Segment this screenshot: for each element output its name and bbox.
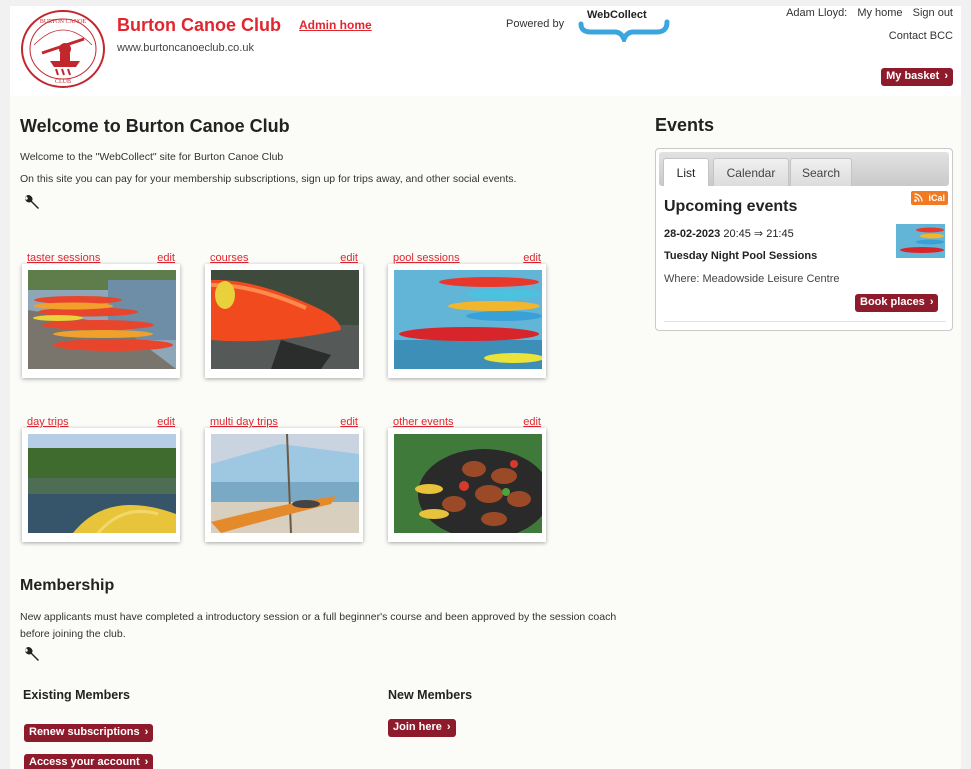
tile-edit-courses[interactable]: edit bbox=[340, 252, 358, 264]
chevron-right-icon: › bbox=[944, 70, 948, 82]
book-places-label: Book places bbox=[860, 296, 925, 308]
chevron-right-icon: › bbox=[446, 721, 451, 733]
intro-text-2: On this site you can pay for your member… bbox=[20, 173, 517, 185]
tile-image-frame[interactable] bbox=[22, 428, 180, 542]
barbecue-image bbox=[394, 434, 542, 533]
divider bbox=[664, 321, 946, 322]
event-thumbnail[interactable] bbox=[896, 224, 945, 258]
page: BURTON CANOE CLUB Burton Canoe Club Admi… bbox=[10, 6, 961, 769]
tile-edit-taster-sessions[interactable]: edit bbox=[157, 252, 175, 264]
contact-link[interactable]: Contact BCC bbox=[889, 30, 953, 42]
wrench-icon[interactable] bbox=[23, 646, 41, 664]
my-basket-button[interactable]: My basket › bbox=[881, 68, 953, 86]
tile-link-multi-day-trips[interactable]: multi day trips bbox=[210, 416, 278, 428]
join-here-button[interactable]: Join here › bbox=[388, 719, 456, 737]
existing-members-title: Existing Members bbox=[23, 688, 130, 702]
events-panel: List Calendar Search Upcoming events iCa… bbox=[655, 148, 953, 331]
user-links: Adam Lloyd: My home Sign out bbox=[779, 7, 953, 19]
page-title: Welcome to Burton Canoe Club bbox=[20, 116, 290, 136]
tab-list[interactable]: List bbox=[663, 158, 709, 186]
tile-link-other-events[interactable]: other events bbox=[393, 416, 454, 428]
new-members-title: New Members bbox=[388, 688, 473, 702]
upcoming-events-title: Upcoming events bbox=[664, 198, 798, 215]
tile-edit-pool-sessions[interactable]: edit bbox=[523, 252, 541, 264]
join-here-label: Join here bbox=[393, 721, 442, 733]
svg-text:CLUB: CLUB bbox=[55, 79, 71, 85]
book-places-button[interactable]: Book places › bbox=[855, 294, 939, 312]
red-kayak-image bbox=[211, 270, 359, 369]
admin-home-link[interactable]: Admin home bbox=[299, 18, 372, 32]
tab-calendar[interactable]: Calendar bbox=[713, 158, 789, 186]
event-time: 20:45 ⇒ 21:45 bbox=[723, 228, 794, 240]
chevron-right-icon: › bbox=[144, 726, 149, 738]
kayak-beach-shelter-image bbox=[211, 434, 359, 533]
powered-by-label: Powered by bbox=[506, 18, 565, 30]
webcollect-logo-text: WebCollect bbox=[587, 9, 647, 21]
chevron-right-icon: › bbox=[144, 756, 149, 768]
tile-image-frame[interactable] bbox=[205, 264, 363, 378]
river-kayak-image bbox=[28, 434, 176, 533]
event-date: 28-02-2023 bbox=[664, 228, 721, 240]
tab-search[interactable]: Search bbox=[790, 158, 852, 186]
event-location: Where: Meadowside Leisure Centre bbox=[664, 273, 840, 285]
events-tabs: List Calendar Search bbox=[659, 152, 949, 186]
intro-text-1: Welcome to the "WebCollect" site for Bur… bbox=[20, 151, 284, 163]
events-title: Events bbox=[655, 115, 715, 135]
chevron-right-icon: › bbox=[929, 296, 934, 308]
tile-image-frame[interactable] bbox=[388, 428, 546, 542]
tile-image-frame[interactable] bbox=[388, 264, 546, 378]
svg-text:BURTON CANOE: BURTON CANOE bbox=[40, 19, 87, 25]
tile-edit-day-trips[interactable]: edit bbox=[157, 416, 175, 428]
access-account-button[interactable]: Access your account › bbox=[24, 754, 154, 769]
my-home-link[interactable]: My home bbox=[857, 7, 902, 19]
ical-button[interactable]: iCal bbox=[911, 191, 948, 205]
event-name[interactable]: Tuesday Night Pool Sessions bbox=[664, 250, 817, 262]
ical-label: iCal bbox=[928, 193, 945, 203]
event-date-time: 28-02-2023 20:45 ⇒ 21:45 bbox=[664, 227, 794, 240]
membership-text: New applicants must have completed a int… bbox=[20, 611, 617, 640]
tile-edit-multi-day-trips[interactable]: edit bbox=[340, 416, 358, 428]
kayaks-on-shore-image bbox=[28, 270, 176, 369]
tile-link-pool-sessions[interactable]: pool sessions bbox=[393, 252, 460, 264]
tile-link-taster-sessions[interactable]: taster sessions bbox=[27, 252, 100, 264]
renew-subscriptions-button[interactable]: Renew subscriptions › bbox=[24, 724, 154, 742]
site-header: BURTON CANOE CLUB Burton Canoe Club Admi… bbox=[10, 6, 961, 96]
sign-out-link[interactable]: Sign out bbox=[913, 7, 953, 19]
tile-image-frame[interactable] bbox=[22, 264, 180, 378]
access-account-label: Access your account bbox=[29, 756, 140, 768]
site-url: www.burtoncanoeclub.co.uk bbox=[117, 42, 254, 54]
tile-edit-other-events[interactable]: edit bbox=[523, 416, 541, 428]
site-title: Burton Canoe Club bbox=[117, 15, 281, 35]
club-logo[interactable]: BURTON CANOE CLUB bbox=[20, 9, 106, 89]
wrench-icon[interactable] bbox=[23, 194, 41, 212]
user-name: Adam Lloyd: bbox=[786, 7, 848, 19]
tile-link-day-trips[interactable]: day trips bbox=[27, 416, 69, 428]
membership-title: Membership bbox=[20, 577, 115, 594]
renew-subscriptions-label: Renew subscriptions bbox=[29, 726, 140, 738]
tile-image-frame[interactable] bbox=[205, 428, 363, 542]
tile-link-courses[interactable]: courses bbox=[210, 252, 249, 264]
kayaks-poolside-image bbox=[394, 270, 542, 369]
my-basket-label: My basket bbox=[886, 70, 940, 82]
rss-icon bbox=[914, 193, 923, 202]
